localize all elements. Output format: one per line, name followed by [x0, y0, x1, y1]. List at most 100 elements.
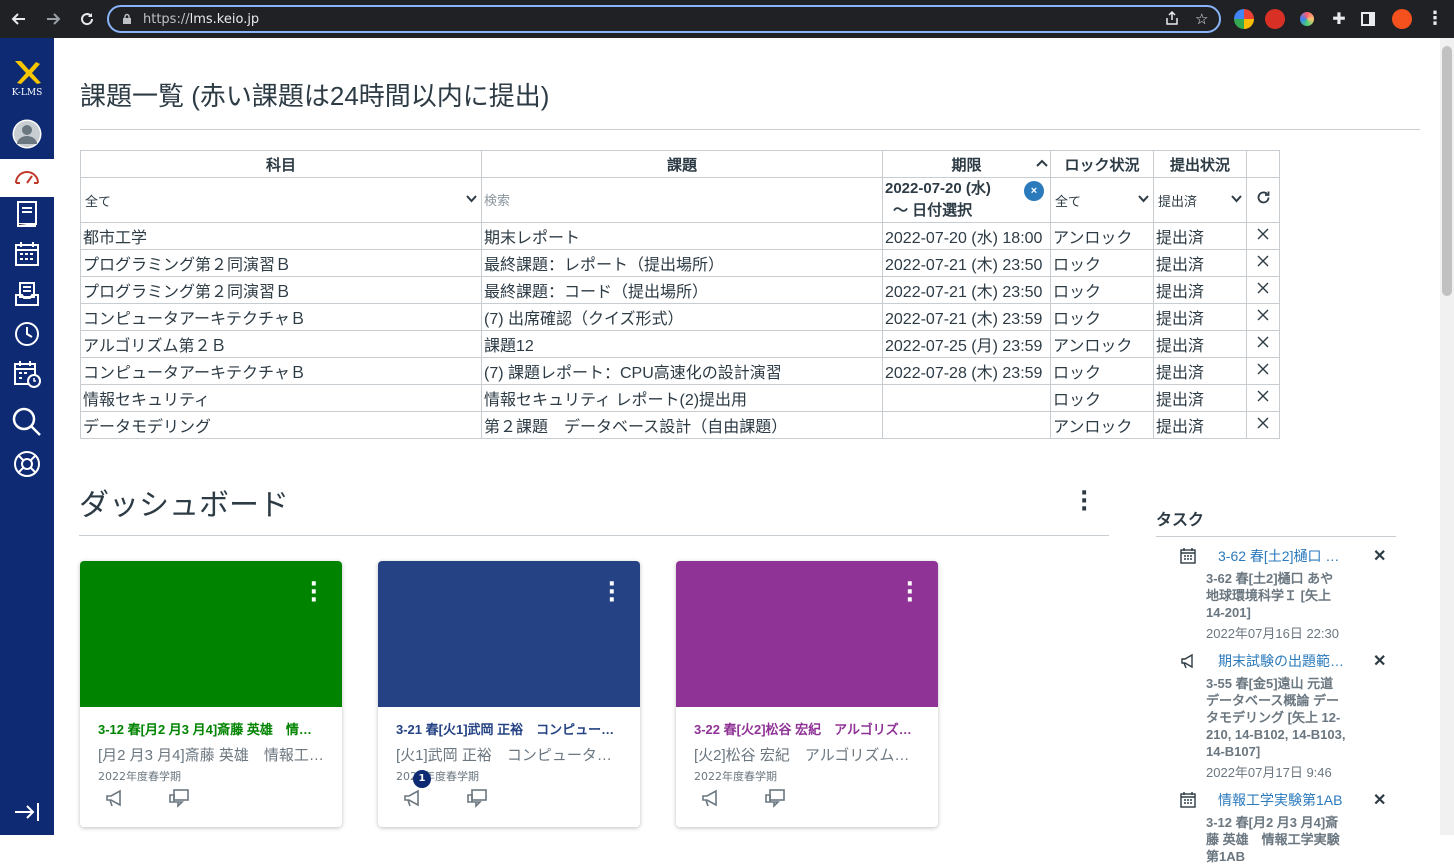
- dismiss-task-button[interactable]: ✕: [1373, 790, 1386, 810]
- submit-filter-select[interactable]: 提出済: [1153, 177, 1247, 223]
- table-row[interactable]: 都市工学 期末レポート 2022-07-20 (水) 18:00 アンロック 提出済: [80, 222, 1280, 250]
- dismiss-task-button[interactable]: ✕: [1373, 546, 1386, 566]
- side-panel-icon[interactable]: [1361, 12, 1375, 26]
- course-card-hero[interactable]: · · ·: [676, 561, 938, 707]
- bookmark-star-icon[interactable]: ☆: [1195, 10, 1208, 28]
- address-bar[interactable]: https://lms.keio.jp ☆: [107, 5, 1221, 33]
- dismiss-row-button[interactable]: [1246, 249, 1280, 277]
- task-description: 3-62 春[土2]樋口 あや 地球環境科学Ｉ [矢上 14-201]: [1206, 571, 1334, 620]
- task-link[interactable]: 情報工学実験第1AB: [1218, 790, 1348, 810]
- date-to-picker[interactable]: ～ 日付選択: [885, 200, 1048, 222]
- column-header-lock[interactable]: ロック状況: [1050, 150, 1154, 178]
- close-icon: [1257, 417, 1269, 429]
- task-cell[interactable]: 情報セキュリティ レポート(2)提出用: [481, 384, 883, 412]
- card-options-icon[interactable]: · · ·: [608, 574, 616, 612]
- task-cell[interactable]: (7) 課題レポート：CPU高速化の設計演習: [481, 357, 883, 385]
- task-cell[interactable]: 最終課題：レポート（提出場所）: [481, 249, 883, 277]
- browser-menu-icon[interactable]: ⋮: [1425, 9, 1445, 29]
- reload-icon[interactable]: [76, 8, 98, 30]
- course-card-hero[interactable]: · · ·: [378, 561, 640, 707]
- page-scrollbar[interactable]: [1440, 38, 1454, 835]
- table-row[interactable]: プログラミング第２同演習Ｂ 最終課題：コード（提出場所） 2022-07-21 (木…: [80, 276, 1280, 304]
- subject-filter-select[interactable]: 全て: [80, 177, 482, 223]
- course-card[interactable]: ··· 3-22 春[火2]松谷 宏紀 アルゴリズム第２Ｂ [火2]松谷 宏紀 アル…: [676, 561, 938, 827]
- table-row[interactable]: プログラミング第２同演習Ｂ 最終課題：レポート（提出場所） 2022-07-21 (…: [80, 249, 1280, 277]
- task-cell[interactable]: 最終課題：コード（提出場所）: [481, 276, 883, 304]
- column-header-task[interactable]: 課題: [481, 150, 883, 178]
- sort-ascending-icon[interactable]: [1036, 155, 1048, 172]
- task-search-input[interactable]: 検索: [481, 177, 883, 223]
- dismiss-row-button[interactable]: [1246, 384, 1280, 412]
- dismiss-row-button[interactable]: [1246, 411, 1280, 439]
- discussion-icon[interactable]: [466, 787, 488, 809]
- column-header-deadline[interactable]: 期限: [882, 150, 1051, 178]
- table-row[interactable]: コンピュータアーキテクチャＢ (7) 出席確認（クイズ形式） 2022-07-21 …: [80, 303, 1280, 331]
- dismiss-row-button[interactable]: [1246, 330, 1280, 358]
- logo-icon[interactable]: [11, 56, 43, 88]
- dismiss-row-button[interactable]: [1246, 357, 1280, 385]
- discussion-icon[interactable]: [168, 787, 190, 809]
- extension-color-icon[interactable]: [1234, 9, 1254, 29]
- task-cell[interactable]: 課題12: [481, 330, 883, 358]
- task-link[interactable]: 3-62 春[土2]樋口 あや: [1218, 546, 1348, 566]
- course-card[interactable]: ··· 3-12 春[月2 月3 月4]斎藤 英雄 情報工学実験第1AB [月2 月…: [80, 561, 342, 827]
- task-cell[interactable]: 第２課題 データベース設計（自由課題）: [481, 411, 883, 439]
- task-item[interactable]: 3-62 春[土2]樋口 あや ✕ 3-62 春[土2]樋口 あや 地球環境科学Ｉ …: [1180, 546, 1395, 642]
- table-row[interactable]: 情報セキュリティ 情報セキュリティ レポート(2)提出用 ロック 提出済: [80, 384, 1280, 412]
- collapse-nav-icon[interactable]: [11, 796, 43, 828]
- extensions-puzzle-icon[interactable]: ✚: [1329, 9, 1349, 29]
- course-card-hero[interactable]: · · ·: [80, 561, 342, 707]
- share-icon[interactable]: [1164, 10, 1180, 30]
- inbox-icon[interactable]: [11, 278, 43, 310]
- dismiss-task-button[interactable]: ✕: [1373, 651, 1386, 671]
- help-lifebuoy-icon[interactable]: [11, 448, 43, 480]
- dashboard-title: ダッシュボード: [79, 489, 289, 522]
- extension-hand-icon[interactable]: [1265, 9, 1285, 29]
- task-cell[interactable]: 期末レポート: [481, 222, 883, 250]
- dismiss-row-button[interactable]: [1246, 222, 1280, 250]
- dismiss-row-button[interactable]: [1246, 276, 1280, 304]
- table-row[interactable]: アルゴリズム第２Ｂ 課題12 2022-07-25 (月) 23:59 アンロック 提出…: [80, 330, 1280, 358]
- date-range-filter[interactable]: 2022-07-20 (水) ～ 日付選択 ×: [882, 177, 1051, 223]
- task-cell[interactable]: (7) 出席確認（クイズ形式）: [481, 303, 883, 331]
- course-card-title[interactable]: 3-22 春[火2]松谷 宏紀 アルゴリズム第２Ｂ: [694, 719, 920, 738]
- task-item[interactable]: 期末試験の出題範囲について ✕ 3-55 春[金5]遠山 元道 データベース概論 デ…: [1180, 651, 1395, 781]
- column-header-submit[interactable]: 提出状況: [1153, 150, 1247, 178]
- dismiss-row-button[interactable]: [1246, 303, 1280, 331]
- card-options-icon[interactable]: · · ·: [310, 574, 318, 612]
- dashboard-options-icon[interactable]: · · ·: [1080, 483, 1088, 521]
- scrollbar-thumb[interactable]: [1442, 46, 1452, 296]
- calendar-icon[interactable]: [11, 238, 43, 270]
- task-item[interactable]: 情報工学実験第1AB ✕ 3-12 春[月2 月3 月4]斎藤 英雄 情報工学実験第…: [1180, 790, 1395, 865]
- announcement-icon[interactable]: [402, 787, 424, 809]
- extension-ring-icon[interactable]: [1297, 9, 1317, 29]
- refresh-button[interactable]: [1246, 177, 1280, 223]
- announcement-icon[interactable]: [104, 787, 126, 809]
- task-link[interactable]: 期末試験の出題範囲について: [1218, 651, 1348, 671]
- forward-icon[interactable]: [42, 8, 64, 30]
- lock-cell: ロック: [1050, 249, 1154, 277]
- search-icon[interactable]: [11, 406, 43, 438]
- dashboard-gauge-icon[interactable]: [11, 162, 43, 194]
- course-card-title[interactable]: 3-12 春[月2 月3 月4]斎藤 英雄 情報工学実験第1AB: [98, 719, 324, 738]
- global-nav: K-LMS: [0, 38, 54, 835]
- discussion-icon[interactable]: [764, 787, 786, 809]
- deadline-cell: 2022-07-20 (水) 18:00: [882, 222, 1051, 250]
- schedule-calendar-clock-icon[interactable]: [11, 358, 43, 390]
- deadline-cell: [882, 384, 1051, 412]
- account-avatar-icon[interactable]: [11, 118, 43, 150]
- announcement-icon[interactable]: [700, 787, 722, 809]
- chevron-down-icon: [1231, 194, 1242, 206]
- history-clock-icon[interactable]: [11, 318, 43, 350]
- table-row[interactable]: コンピュータアーキテクチャＢ (7) 課題レポート：CPU高速化の設計演習 2022…: [80, 357, 1280, 385]
- profile-avatar[interactable]: [1392, 9, 1412, 29]
- back-icon[interactable]: [8, 8, 30, 30]
- table-row[interactable]: データモデリング 第２課題 データベース設計（自由課題） アンロック 提出済: [80, 411, 1280, 439]
- clear-date-button[interactable]: ×: [1024, 181, 1044, 201]
- courses-book-icon[interactable]: [11, 198, 43, 230]
- lock-filter-select[interactable]: 全て: [1050, 177, 1154, 223]
- course-card-title[interactable]: 3-21 春[火1]武岡 正裕 コンピュータアーキテクチャＢ: [396, 719, 622, 738]
- column-header-subject[interactable]: 科目: [80, 150, 482, 178]
- card-options-icon[interactable]: · · ·: [906, 574, 914, 612]
- course-card[interactable]: ··· 3-21 春[火1]武岡 正裕 コンピュータアーキテクチャＢ [火1]武岡 …: [378, 561, 640, 827]
